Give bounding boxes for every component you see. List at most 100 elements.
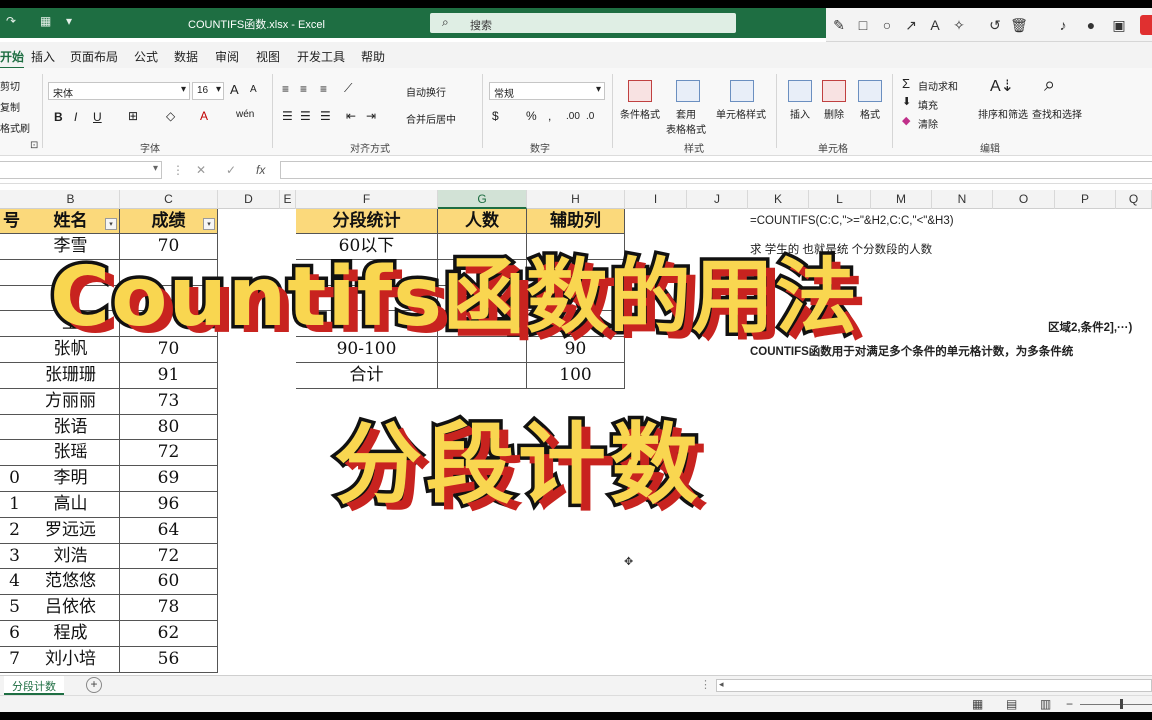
score-cell[interactable]: 60: [120, 569, 218, 596]
bold-button[interactable]: B: [54, 110, 63, 124]
column-header-b[interactable]: B: [22, 190, 120, 209]
undo-icon[interactable]: ↺: [986, 17, 1004, 34]
circle-icon[interactable]: ○: [878, 17, 896, 33]
decrease-decimal-icon[interactable]: .0: [586, 111, 594, 122]
row-number-cell[interactable]: 1: [0, 492, 22, 518]
autosum-icon[interactable]: Σ: [902, 76, 910, 91]
column-header-p[interactable]: P: [1055, 190, 1116, 209]
delete-cells-icon[interactable]: [822, 80, 846, 102]
row-number-cell[interactable]: 2: [0, 518, 22, 544]
row-number-cell[interactable]: [0, 286, 22, 312]
score-cell[interactable]: 72: [120, 543, 218, 570]
column-header-f[interactable]: F: [296, 190, 438, 209]
align-top-icon[interactable]: ≡: [282, 82, 289, 96]
arrow-icon[interactable]: ↗: [902, 17, 920, 34]
clear-icon[interactable]: ◆: [902, 114, 910, 127]
score-cell[interactable]: 69: [120, 466, 218, 492]
column-header-m[interactable]: M: [871, 190, 932, 209]
score-cell[interactable]: 80: [120, 414, 218, 441]
filter-dropdown-icon[interactable]: ▾: [105, 218, 117, 230]
column-header-d[interactable]: D: [218, 190, 280, 209]
name-cell[interactable]: 刘浩: [22, 543, 120, 570]
column-header-q[interactable]: Q: [1116, 190, 1152, 209]
row-number-cell[interactable]: 5: [0, 595, 22, 621]
decrease-indent-icon[interactable]: ⇤: [346, 109, 356, 123]
font-size-select[interactable]: 16 ▾: [192, 82, 224, 100]
comma-icon[interactable]: ,: [548, 109, 551, 123]
grow-font-button[interactable]: A: [230, 82, 239, 97]
cell-styles-button[interactable]: 单元格样式: [716, 106, 766, 121]
column-header-e[interactable]: E: [280, 190, 296, 209]
name-cell[interactable]: 张瑶: [22, 440, 120, 467]
row-number-cell[interactable]: [0, 311, 22, 338]
column-header-i[interactable]: I: [625, 190, 687, 209]
find-select-button[interactable]: 查找和选择: [1032, 106, 1082, 121]
row-number-cell[interactable]: 6: [0, 621, 22, 647]
align-right-icon[interactable]: ☰: [320, 109, 331, 123]
magic-icon[interactable]: ✧: [950, 17, 968, 34]
insert-function-button[interactable]: fx: [256, 163, 265, 177]
insert-cells-icon[interactable]: [788, 80, 812, 102]
underline-button[interactable]: U: [93, 110, 102, 124]
summary-cell[interactable]: 合计: [296, 363, 438, 389]
sort-filter-icon[interactable]: A⇣: [990, 76, 1014, 96]
column-header-n[interactable]: N: [932, 190, 993, 209]
fill-color-icon[interactable]: ◇: [166, 109, 175, 123]
tab-review[interactable]: 审阅: [215, 48, 239, 65]
name-cell[interactable]: 张语: [22, 414, 120, 441]
trash-icon[interactable]: 🗑: [1010, 17, 1028, 34]
clipboard-group-icon[interactable]: ⊡: [30, 140, 38, 151]
table-format-icon[interactable]: [676, 80, 700, 102]
tab-home[interactable]: 开始: [0, 48, 25, 69]
score-cell[interactable]: 91: [120, 363, 218, 389]
shrink-font-button[interactable]: A: [250, 84, 257, 95]
row-number-cell[interactable]: [0, 337, 22, 363]
pen-icon[interactable]: ✎: [830, 17, 848, 34]
format-painter-button[interactable]: 格式刷: [0, 120, 30, 135]
row-number-cell[interactable]: [0, 415, 22, 441]
scroll-left-icon[interactable]: ◂: [719, 679, 724, 690]
name-cell[interactable]: 范悠悠: [22, 569, 120, 596]
column-header-c[interactable]: C: [120, 190, 218, 209]
horizontal-scrollbar[interactable]: ◂: [716, 679, 1152, 692]
wrap-text-button[interactable]: 自动换行: [406, 84, 446, 99]
format-cells-button[interactable]: 格式: [860, 106, 880, 121]
summary-cell[interactable]: 100: [527, 363, 625, 389]
align-middle-icon[interactable]: ≡: [300, 82, 307, 96]
page-layout-view-icon[interactable]: ▤: [1006, 697, 1017, 711]
conditional-format-icon[interactable]: [628, 80, 652, 102]
camera-icon[interactable]: ▣: [1110, 17, 1128, 34]
sheet-tab-segment-count[interactable]: 分段计数: [4, 676, 64, 695]
insert-cells-button[interactable]: 插入: [790, 106, 810, 121]
font-name-select[interactable]: 宋体 ▾: [48, 82, 190, 100]
tab-page-layout[interactable]: 页面布局: [70, 48, 118, 65]
column-header-h[interactable]: H: [527, 190, 625, 209]
record-button[interactable]: [1140, 15, 1152, 35]
table-header-cell[interactable]: 号▾: [0, 209, 22, 234]
row-number-cell[interactable]: [0, 234, 22, 260]
copy-button[interactable]: 复制: [0, 99, 20, 114]
orientation-icon[interactable]: ⟋: [344, 81, 352, 96]
cancel-icon[interactable]: ✕: [196, 163, 206, 177]
tab-developer[interactable]: 开发工具: [297, 48, 345, 65]
merge-center-button[interactable]: 合并后居中: [406, 111, 456, 126]
name-cell[interactable]: 方丽丽: [22, 388, 120, 415]
sort-filter-button[interactable]: 排序和筛选: [978, 106, 1028, 121]
enter-icon[interactable]: ✓: [226, 163, 236, 177]
row-number-cell[interactable]: [0, 363, 22, 389]
score-cell[interactable]: 78: [120, 595, 218, 621]
fill-button[interactable]: 填充: [918, 97, 938, 112]
rectangle-icon[interactable]: □: [854, 17, 872, 33]
italic-button[interactable]: I: [74, 110, 77, 124]
tab-formulas[interactable]: 公式: [134, 48, 158, 65]
column-header-j[interactable]: J: [687, 190, 748, 209]
score-cell[interactable]: 62: [120, 621, 218, 647]
customize-icon[interactable]: ▾: [66, 14, 72, 28]
find-select-icon[interactable]: ⌕: [1044, 74, 1055, 97]
name-cell[interactable]: 高山: [22, 492, 120, 518]
zoom-slider-thumb[interactable]: [1120, 699, 1123, 709]
border-icon[interactable]: ⊞: [128, 109, 138, 123]
conditional-format-button[interactable]: 条件格式: [620, 106, 660, 121]
column-header-k[interactable]: K: [748, 190, 809, 209]
increase-decimal-icon[interactable]: .00: [566, 111, 580, 122]
